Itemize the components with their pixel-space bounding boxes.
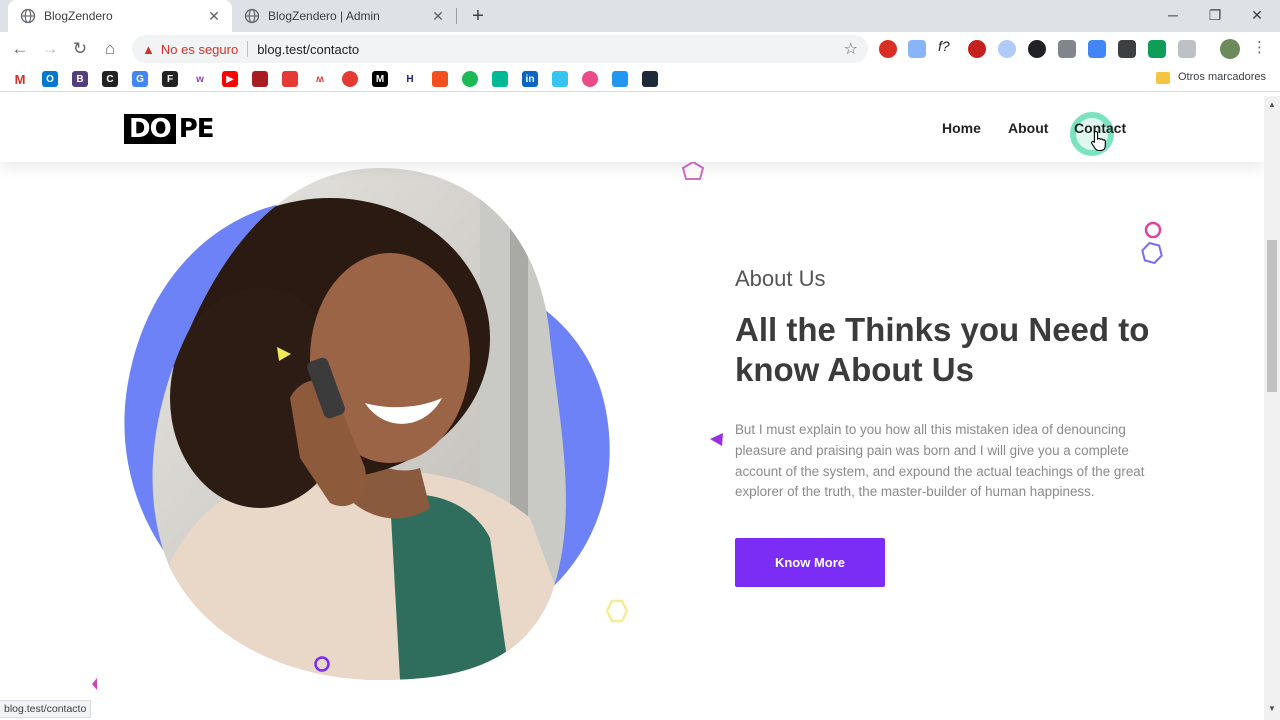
- triangle-decoration: [277, 347, 291, 361]
- url-text: blog.test/contacto: [257, 41, 360, 57]
- back-button[interactable]: ←: [8, 37, 32, 61]
- new-tab-button[interactable]: +: [466, 4, 490, 28]
- know-more-button[interactable]: Know More: [735, 538, 885, 587]
- bookmark-icon[interactable]: [282, 71, 298, 87]
- bookmark-icon[interactable]: H: [402, 71, 418, 87]
- woman-on-phone-image: [152, 168, 566, 680]
- warning-icon: ▲: [142, 41, 155, 57]
- figma-icon[interactable]: [432, 71, 448, 87]
- close-tab-icon[interactable]: ✕: [430, 8, 446, 24]
- bookmark-icon[interactable]: ʍ: [312, 71, 328, 87]
- menu-icon[interactable]: ⋮: [1252, 38, 1267, 56]
- tab-blogzendero[interactable]: BlogZendero ✕: [8, 0, 232, 32]
- hero-photo: [150, 168, 590, 680]
- bootstrap-icon[interactable]: B: [72, 71, 88, 87]
- bookmark-icon[interactable]: F: [162, 71, 178, 87]
- tab-strip: BlogZendero ✕ BlogZendero | Admin ✕ + ─ …: [0, 0, 1280, 32]
- hexagon-decoration: [605, 599, 629, 623]
- security-label: No es seguro: [160, 41, 239, 57]
- camera-icon[interactable]: [1178, 40, 1196, 58]
- scrollbar-thumb[interactable]: [1267, 240, 1277, 392]
- star-icon[interactable]: ☆: [844, 39, 858, 59]
- about-title: All the Thinks you Need to know About Us: [735, 311, 1150, 388]
- forward-button[interactable]: →: [38, 37, 62, 61]
- slack-icon[interactable]: [552, 71, 568, 87]
- tab-divider: [456, 8, 457, 24]
- bookmark-icon[interactable]: [342, 71, 358, 87]
- site-logo[interactable]: DO PE: [124, 114, 215, 144]
- bookmarks-bar: M O B C G F w ▶ ʍ M H in Otros marcadore…: [0, 66, 1280, 92]
- tab-blogzendero-admin[interactable]: BlogZendero | Admin ✕: [232, 0, 456, 32]
- tab-title: BlogZendero | Admin: [268, 9, 380, 23]
- browser-toolbar: ← → ↻ ⌂ ▲ No es seguro blog.test/contact…: [0, 32, 1280, 66]
- outlook-icon[interactable]: O: [42, 71, 58, 87]
- profile-avatar[interactable]: [1220, 39, 1240, 59]
- extension-icon[interactable]: [968, 40, 986, 58]
- bookmark-icon[interactable]: [492, 71, 508, 87]
- logo-text: PE: [178, 114, 215, 144]
- extension-icon[interactable]: [1118, 40, 1136, 58]
- restore-button[interactable]: ❐: [1194, 0, 1236, 32]
- bookmark-icon[interactable]: C: [102, 71, 118, 87]
- globe-icon: [244, 8, 260, 24]
- page-scrollbar[interactable]: ▲ ▼: [1264, 96, 1280, 720]
- circle-decoration: [314, 656, 330, 672]
- extension-icon[interactable]: [998, 40, 1016, 58]
- reload-button[interactable]: ↻: [68, 37, 92, 61]
- page-viewport: DO PE Home About Contact About Us All th…: [0, 96, 1264, 720]
- extension-icon[interactable]: f?: [938, 38, 956, 56]
- dribbble-icon[interactable]: [582, 71, 598, 87]
- spotify-icon[interactable]: [462, 71, 478, 87]
- hand-cursor-icon: [1091, 130, 1106, 152]
- gmail-icon[interactable]: M: [12, 71, 28, 87]
- nav-about[interactable]: About: [1008, 120, 1048, 136]
- home-button[interactable]: ⌂: [98, 37, 122, 61]
- close-tab-icon[interactable]: ✕: [206, 8, 222, 24]
- bookmark-icon[interactable]: [252, 71, 268, 87]
- site-header: DO PE Home About Contact: [0, 96, 1264, 162]
- triangle-decoration: [92, 678, 97, 690]
- circle-decoration: [1144, 221, 1162, 239]
- nav-home[interactable]: Home: [942, 120, 981, 136]
- pentagon-decoration: [681, 160, 705, 180]
- extension-icon[interactable]: [1028, 40, 1046, 58]
- scroll-down-icon[interactable]: ▼: [1268, 704, 1276, 713]
- bookmark-icon[interactable]: [612, 71, 628, 87]
- youtube-icon[interactable]: ▶: [222, 71, 238, 87]
- close-window-button[interactable]: ✕: [1236, 0, 1278, 32]
- logo-box-text: DO: [124, 114, 176, 144]
- address-divider: [247, 41, 249, 57]
- bookmark-icon[interactable]: [642, 71, 658, 87]
- minimize-button[interactable]: ─: [1152, 0, 1194, 32]
- extension-icon[interactable]: [1148, 40, 1166, 58]
- extension-icon[interactable]: [1088, 40, 1106, 58]
- about-subtitle: About Us: [735, 266, 826, 291]
- bookmark-icon[interactable]: w: [192, 71, 208, 87]
- folder-icon: [1156, 72, 1170, 84]
- address-bar[interactable]: ▲ No es seguro blog.test/contacto ☆: [132, 35, 868, 63]
- translate-icon[interactable]: G: [132, 71, 148, 87]
- extension-icon[interactable]: [908, 40, 926, 58]
- extension-icon[interactable]: [879, 40, 897, 58]
- medium-icon[interactable]: M: [372, 71, 388, 87]
- triangle-decoration: [710, 433, 723, 446]
- tab-title: BlogZendero: [44, 9, 113, 23]
- hexagon-decoration: [1141, 242, 1163, 264]
- globe-icon: [20, 8, 36, 24]
- scroll-up-icon[interactable]: ▲: [1268, 100, 1276, 109]
- other-bookmarks[interactable]: Otros marcadores: [1178, 71, 1266, 83]
- linkedin-icon[interactable]: in: [522, 71, 538, 87]
- about-paragraph: But I must explain to you how all this m…: [735, 422, 1145, 500]
- status-bar: blog.test/contacto: [0, 700, 92, 718]
- extension-icon[interactable]: [1058, 40, 1076, 58]
